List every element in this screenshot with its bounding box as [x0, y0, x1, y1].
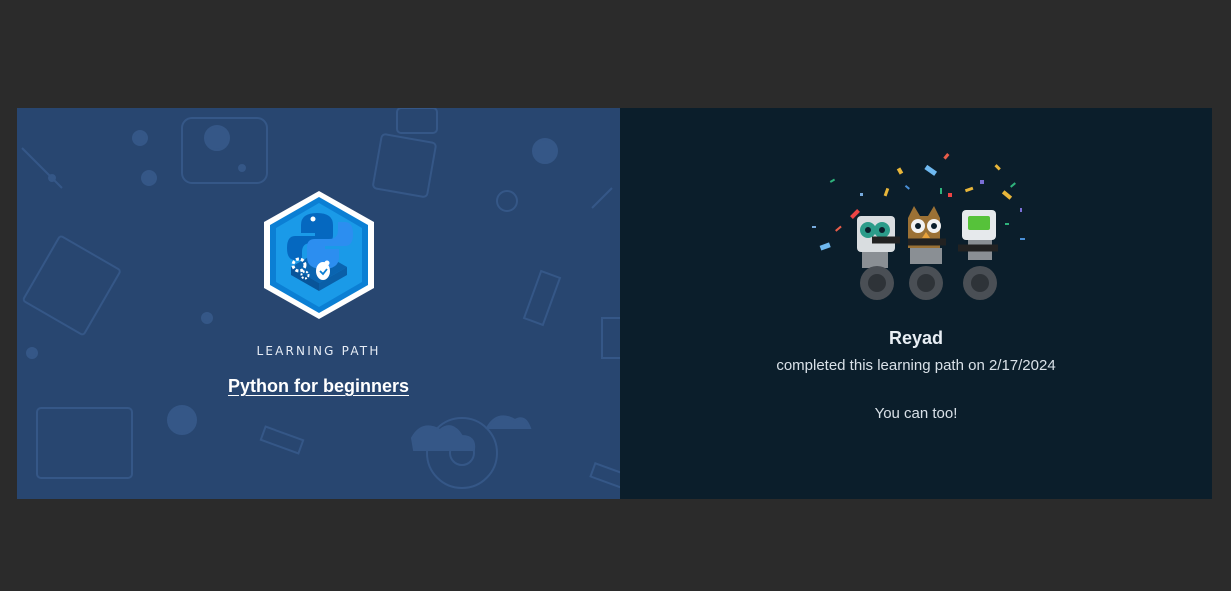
- achievement-card: LEARNING PATH Python for beginners Reyad…: [17, 108, 1212, 499]
- celebrating-robots-icon: [812, 153, 1025, 300]
- call-to-action-text: You can too!: [874, 405, 958, 422]
- user-name: Reyad: [888, 328, 944, 348]
- learning-path-label: LEARNING PATH: [256, 344, 381, 358]
- completion-message: completed this learning path on 2/17/202…: [776, 357, 1056, 374]
- learning-path-title-link[interactable]: Python for beginners: [17, 376, 620, 397]
- robot-right: [958, 210, 998, 300]
- robot-left: [857, 216, 900, 300]
- owl-center: [908, 206, 946, 300]
- completion-panel: Reyad completed this learning path on 2/…: [620, 108, 1212, 499]
- learning-path-panel: LEARNING PATH Python for beginners: [17, 108, 620, 499]
- python-badge-icon: [264, 191, 374, 319]
